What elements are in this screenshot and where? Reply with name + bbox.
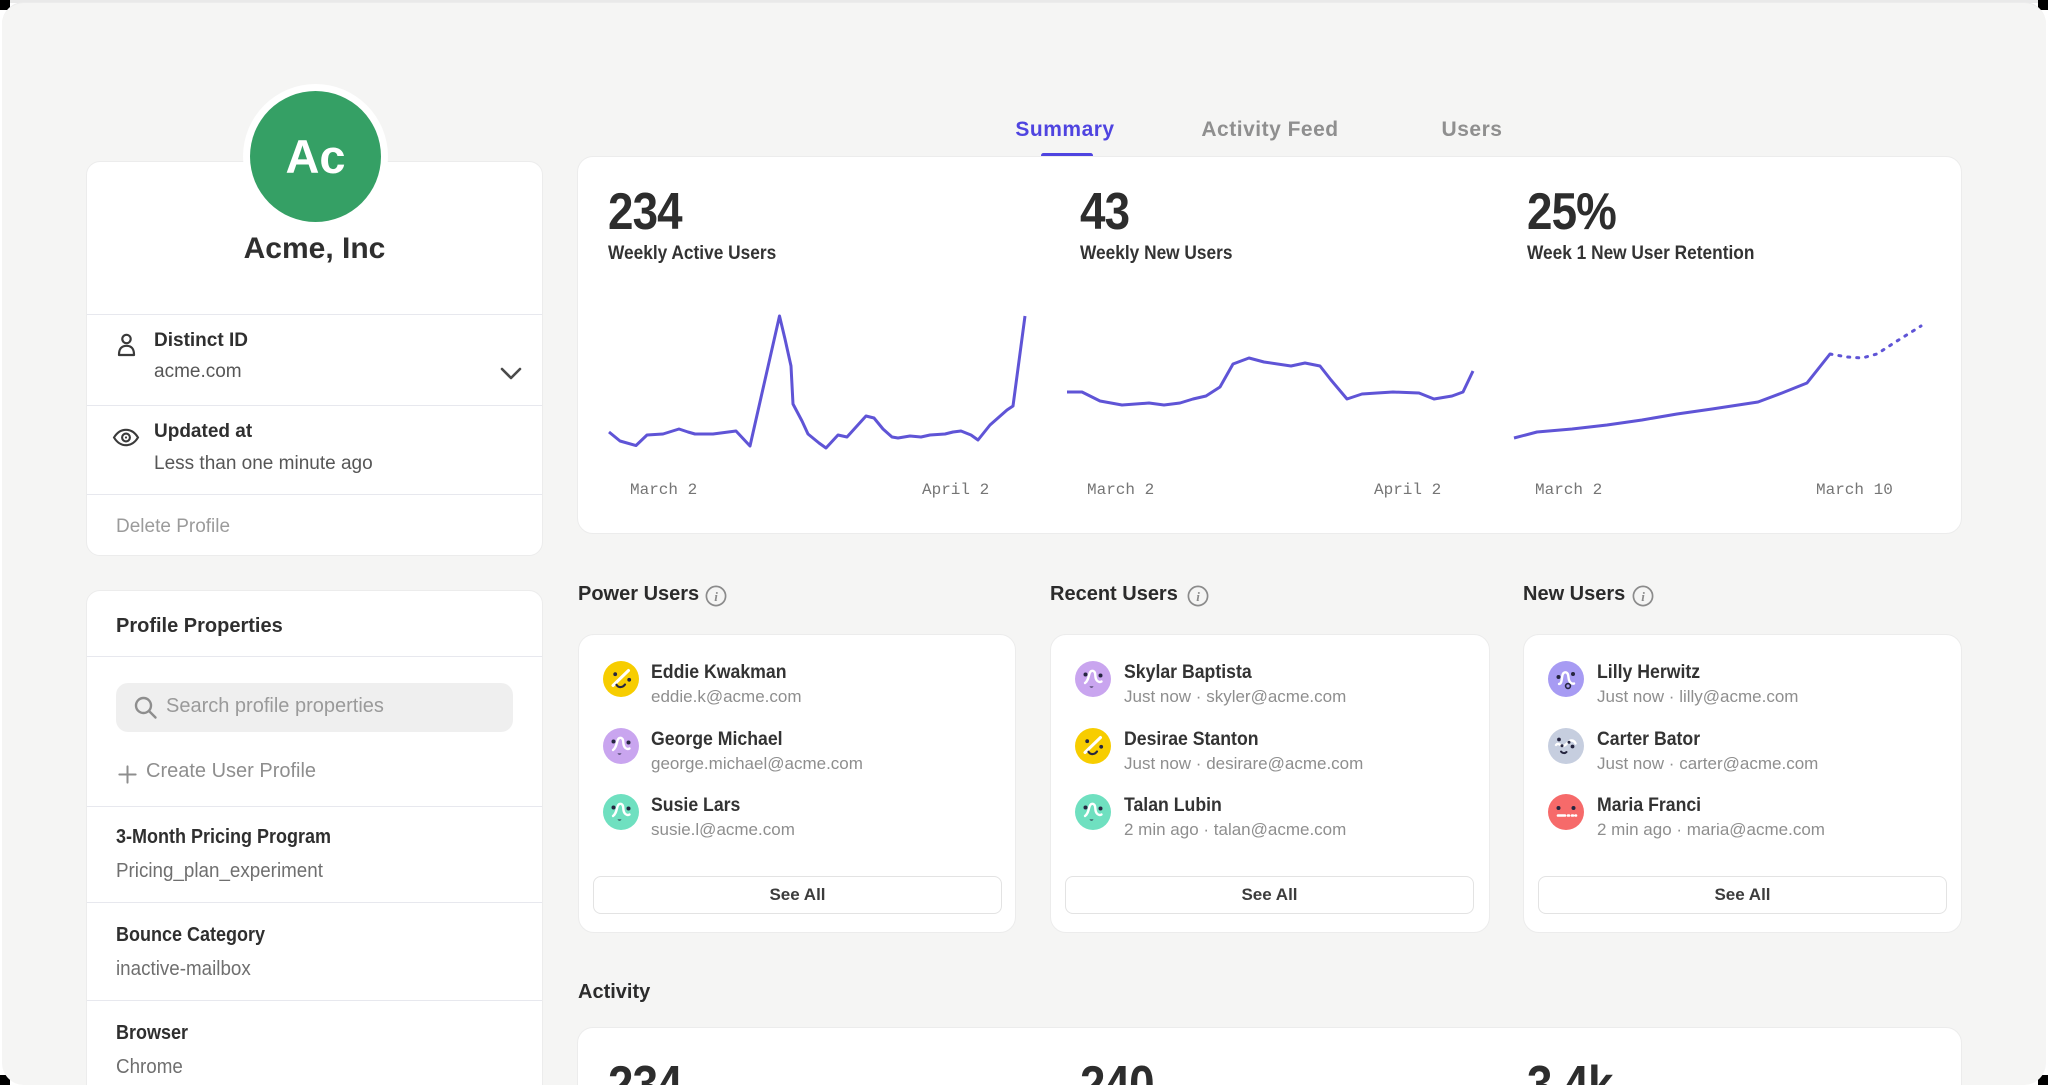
svg-text:i: i [1641, 589, 1645, 604]
svg-text:i: i [714, 589, 718, 604]
svg-text:i: i [1196, 589, 1200, 604]
